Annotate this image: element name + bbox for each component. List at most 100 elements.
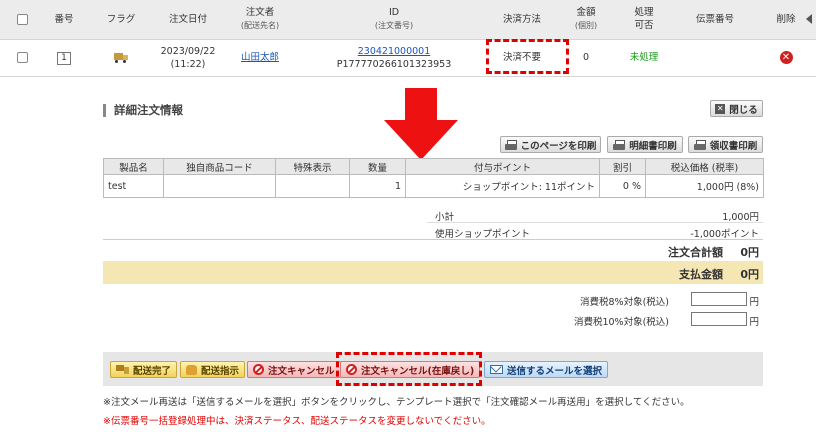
resend-note: ※注文メール再送は「送信するメールを選択」ボタンをクリックし、テンプレート選択で… bbox=[103, 397, 690, 408]
detail-col-discount: 割引 bbox=[599, 158, 646, 175]
detail-header-row: 製品名 独自商品コード 特殊表示 数量 付与ポイント 割引 税込価格 (税率) bbox=[103, 158, 764, 175]
delete-icon[interactable]: ✕ bbox=[779, 51, 793, 64]
col-amount-label: 金額 bbox=[576, 7, 596, 19]
col-amount: 金額 (個別) bbox=[558, 0, 614, 40]
print-statement-button[interactable]: 明細書印刷 bbox=[607, 136, 683, 153]
row-status: 未処理 bbox=[614, 39, 674, 77]
col-id: ID (注文番号) bbox=[302, 0, 486, 40]
print-receipt-button[interactable]: 領収書印刷 bbox=[688, 136, 763, 153]
tax10-label: 消費税10%対象(税込) bbox=[573, 317, 669, 328]
close-icon: ✕ bbox=[715, 103, 726, 114]
row-date: 2023/09/22 bbox=[160, 45, 216, 57]
tax8-label: 消費税8%対象(税込) bbox=[580, 297, 669, 308]
print-page-label: このページを印刷 bbox=[520, 140, 597, 152]
item-points: ショップポイント: 11ポイント bbox=[405, 174, 600, 198]
tax8-row: 消費税8%対象(税込) 円 bbox=[103, 292, 763, 308]
row-slip-number bbox=[674, 39, 756, 77]
printer-icon bbox=[693, 139, 706, 150]
detail-col-quantity: 数量 bbox=[349, 158, 406, 175]
row-time: (11:22) bbox=[170, 58, 206, 70]
order-list-table: 番号 フラグ 注文日付 注文者 (配送先名) ID (注文番号) 決済方法 金額… bbox=[0, 0, 816, 77]
orderer-name-link[interactable]: 山田太郎 bbox=[241, 52, 279, 63]
order-id-link[interactable]: 230421000001 bbox=[358, 46, 431, 57]
printer-icon bbox=[613, 139, 626, 150]
payment-total-value: 0円 bbox=[740, 268, 759, 281]
item-product-name: test bbox=[103, 174, 164, 198]
col-id-sub: (注文番号) bbox=[374, 21, 414, 31]
col-processable: 処理 可否 bbox=[614, 0, 674, 40]
order-total-label: 注文合計額 bbox=[668, 246, 723, 259]
cancel-restock-highlight-box bbox=[336, 352, 482, 386]
detail-title: 詳細注文情報 bbox=[103, 104, 183, 117]
close-button[interactable]: ✕ 閉じる bbox=[710, 100, 763, 117]
print-statement-label: 明細書印刷 bbox=[629, 140, 677, 152]
tax10-unit: 円 bbox=[749, 317, 759, 328]
col-processable-label: 処理 bbox=[634, 7, 654, 19]
row-checkbox[interactable] bbox=[16, 52, 28, 63]
select-all-checkbox-cell[interactable] bbox=[0, 0, 44, 40]
row-number-cell: 1 bbox=[44, 39, 84, 77]
order-total-value: 0円 bbox=[740, 246, 759, 259]
col-number: 番号 bbox=[44, 0, 84, 40]
col-flag: フラグ bbox=[84, 0, 158, 40]
truck-icon bbox=[116, 365, 129, 374]
shipped-button[interactable]: 配送完了 bbox=[110, 361, 178, 378]
row-date-cell: 2023/09/22 (11:22) bbox=[158, 39, 218, 77]
select-all-checkbox[interactable] bbox=[16, 13, 28, 25]
detail-col-code: 独自商品コード bbox=[163, 158, 276, 175]
table-row: test 1 ショップポイント: 11ポイント 0 % 1,000円 (8%) bbox=[103, 174, 764, 198]
cancel-order-button[interactable]: 注文キャンセル bbox=[247, 361, 341, 378]
row-order-number: P177770266101323953 bbox=[336, 58, 452, 70]
detail-col-price: 税込価格 (税率) bbox=[645, 158, 764, 175]
col-amount-sub: (個別) bbox=[574, 21, 598, 31]
col-payment: 決済方法 bbox=[486, 0, 558, 40]
detail-col-product: 製品名 bbox=[103, 158, 164, 175]
select-mail-label: 送信するメールを選択 bbox=[507, 365, 603, 377]
table-row: 1 2023/09/22 (11:22) 山田太郎 230421000001 P… bbox=[0, 39, 816, 77]
col-processable-sub: 可否 bbox=[634, 20, 654, 32]
order-total-row: 注文合計額 0円 bbox=[103, 239, 763, 262]
row-checkbox-cell[interactable] bbox=[0, 39, 44, 77]
tax8-input[interactable] bbox=[691, 292, 747, 306]
detail-col-special: 特殊表示 bbox=[275, 158, 350, 175]
print-receipt-label: 領収書印刷 bbox=[709, 140, 758, 152]
ship-instruction-label: 配送指示 bbox=[201, 365, 240, 377]
points-used-value: -1,000ポイント bbox=[690, 229, 759, 240]
row-delete-cell: ✕ bbox=[756, 39, 816, 77]
tax8-unit: 円 bbox=[749, 297, 759, 308]
item-quantity: 1 bbox=[349, 174, 406, 198]
row-orderer-cell: 山田太郎 bbox=[218, 39, 302, 77]
payment-highlight-box bbox=[486, 39, 569, 74]
truck-icon bbox=[114, 52, 128, 63]
col-orderer-label: 注文者 bbox=[245, 7, 275, 19]
col-order-date: 注文日付 bbox=[158, 0, 218, 40]
col-orderer-sub: (配送先名) bbox=[240, 21, 280, 31]
payment-total-label: 支払金額 bbox=[679, 268, 723, 281]
item-price: 1,000円 (8%) bbox=[645, 174, 764, 198]
tax10-row: 消費税10%対象(税込) 円 bbox=[103, 312, 763, 328]
col-id-label: ID bbox=[388, 7, 400, 19]
print-page-button[interactable]: このページを印刷 bbox=[500, 136, 601, 153]
row-flag-cell bbox=[84, 39, 158, 77]
item-special-display bbox=[275, 174, 350, 198]
row-number: 1 bbox=[57, 51, 71, 65]
row-id-cell: 230421000001 P177770266101323953 bbox=[302, 39, 486, 77]
subtotal-label: 小計 bbox=[435, 212, 455, 223]
ship-instruction-button[interactable]: 配送指示 bbox=[180, 361, 246, 378]
item-discount: 0 % bbox=[599, 174, 646, 198]
hand-icon bbox=[186, 364, 197, 375]
collapse-arrow-icon[interactable] bbox=[806, 14, 812, 24]
select-mail-button[interactable]: 送信するメールを選択 bbox=[484, 361, 609, 378]
down-arrow-icon bbox=[384, 88, 458, 160]
shipped-label: 配送完了 bbox=[133, 365, 172, 377]
printer-icon bbox=[504, 139, 517, 150]
close-button-label: 閉じる bbox=[729, 104, 758, 116]
points-used-label: 使用ショップポイント bbox=[435, 229, 531, 240]
tax10-input[interactable] bbox=[691, 312, 747, 326]
order-list-header: 番号 フラグ 注文日付 注文者 (配送先名) ID (注文番号) 決済方法 金額… bbox=[0, 0, 816, 40]
detail-col-points: 付与ポイント bbox=[405, 158, 600, 175]
divider bbox=[427, 222, 763, 223]
cancel-order-label: 注文キャンセル bbox=[268, 365, 335, 377]
item-custom-code bbox=[163, 174, 276, 198]
col-slip-number: 伝票番号 bbox=[674, 0, 756, 40]
